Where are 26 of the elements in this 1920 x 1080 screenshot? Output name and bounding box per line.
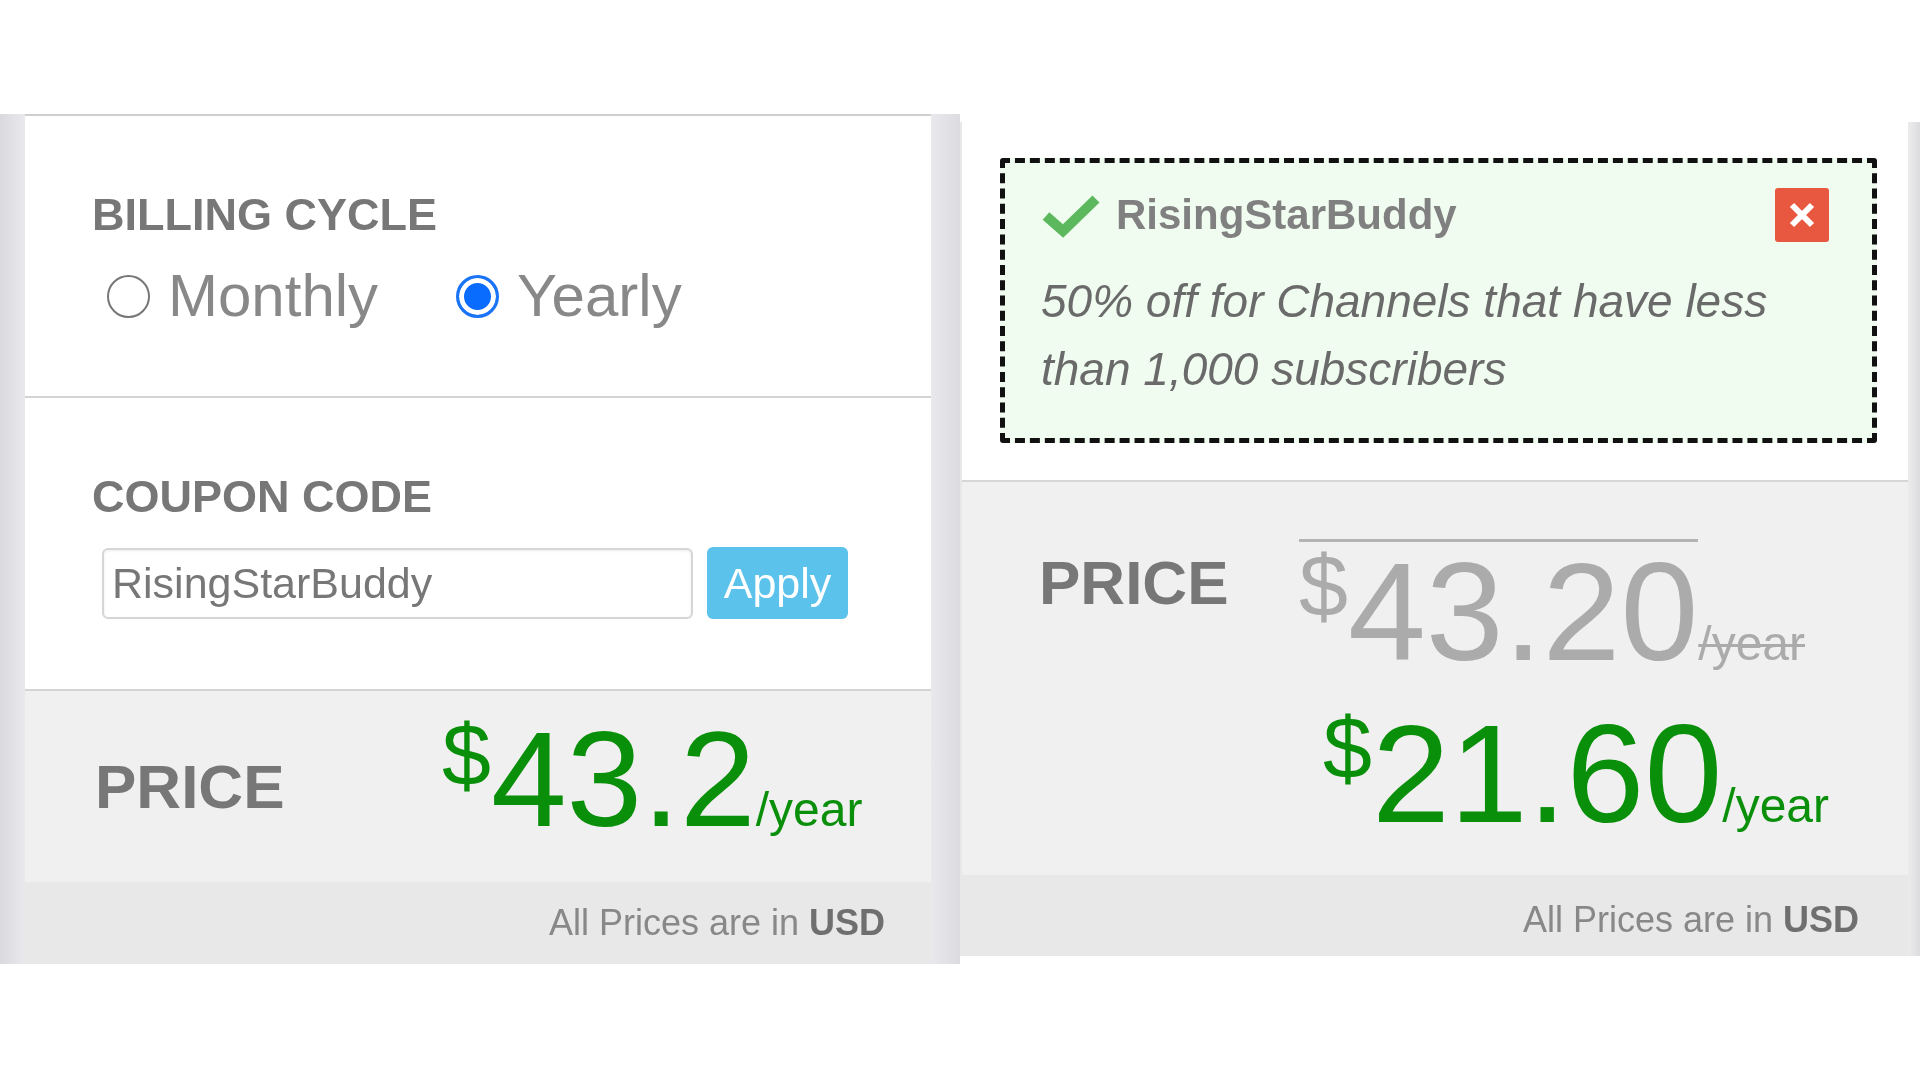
apply-button[interactable]: Apply: [707, 547, 848, 619]
check-icon: [1041, 192, 1101, 238]
price-amount: 43.2: [490, 711, 756, 847]
price-label: PRICE: [1039, 552, 1230, 614]
coupon-description: 50% off for Channels that have less than 1,000 subscribers: [1041, 274, 1769, 397]
close-button[interactable]: [1775, 188, 1829, 242]
radio-label[interactable]: Yearly: [517, 266, 682, 326]
price-amount: 43.20: [1347, 542, 1699, 682]
coupon-input[interactable]: RisingStarBuddy: [102, 547, 693, 619]
price-period: /year: [755, 786, 863, 834]
section-label: BILLING CYCLE: [92, 192, 438, 237]
price-period: /year: [1698, 620, 1805, 668]
currency-symbol: $: [442, 711, 491, 799]
currency-note: All Prices are in USD: [548, 905, 885, 945]
section-label: COUPON CODE: [92, 474, 434, 519]
price-label: PRICE: [95, 756, 286, 818]
radio-button[interactable]: [107, 274, 150, 318]
close-icon: [1789, 202, 1815, 228]
radio-button[interactable]: [456, 274, 500, 318]
price-amount: 21.60: [1371, 704, 1723, 844]
coupon-name: RisingStarBuddy: [1116, 194, 1457, 236]
currency-symbol: $: [1323, 704, 1372, 792]
radio-label[interactable]: Monthly: [168, 266, 379, 326]
currency-symbol: $: [1299, 542, 1348, 630]
price-period: /year: [1722, 782, 1829, 830]
currency-note: All Prices are in USD: [1522, 902, 1859, 942]
